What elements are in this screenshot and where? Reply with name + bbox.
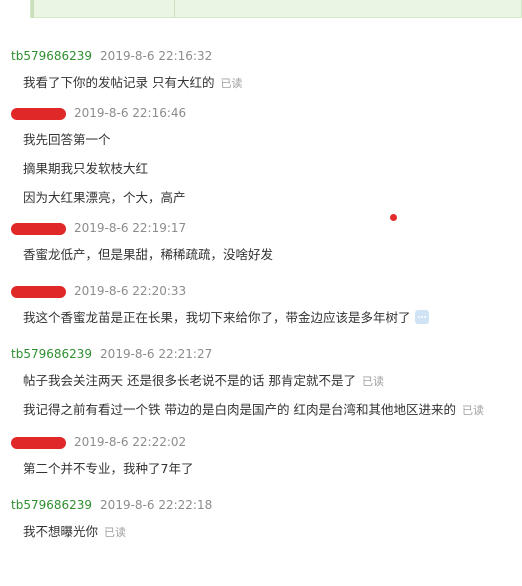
read-status: 已读 bbox=[220, 77, 243, 90]
message-line-text: 我这个香蜜龙苗是正在长果，我切下来给你了，带金边应该是多年树了 bbox=[23, 310, 411, 325]
message-line-text: 我记得之前有看过一个铁 带边的是白肉是国产的 红肉是台湾和其他地区进来的 bbox=[23, 402, 456, 417]
message-time: 2019-8-6 22:21:27 bbox=[100, 347, 213, 361]
message-line-text: 我看了下你的发帖记录 只有大红的 bbox=[23, 75, 215, 90]
chat-log: tb579686239 2019-8-6 22:16:32 我看了下你的发帖记录 … bbox=[0, 44, 522, 546]
message-text: 摘果期我只发软枝大红 bbox=[0, 154, 522, 183]
message-time: 2019-8-6 22:19:17 bbox=[74, 221, 187, 235]
top-panel bbox=[30, 0, 522, 18]
message-text: 因为大红果漂亮，个大，高产 bbox=[0, 183, 522, 212]
message-text: 第二个并不专业，我种了7年了 bbox=[0, 454, 522, 483]
sender-name-redacted bbox=[11, 285, 66, 298]
message-text: 我不想曝光你 已读 bbox=[0, 517, 522, 546]
message-line-text: 我先回答第一个 bbox=[23, 132, 111, 147]
sender-name[interactable]: tb579686239 bbox=[11, 49, 92, 63]
message: 2019-8-6 22:19:17 香蜜龙低产，但是果甜，稀稀疏疏，没啥好发 bbox=[0, 216, 522, 269]
top-strip bbox=[0, 0, 522, 24]
message-header: tb579686239 2019-8-6 22:16:32 bbox=[0, 44, 522, 68]
message-line-text: 我不想曝光你 bbox=[23, 524, 99, 539]
message-time: 2019-8-6 22:16:46 bbox=[74, 106, 187, 120]
message: 2019-8-6 22:20:33 我这个香蜜龙苗是正在长果，我切下来给你了，带… bbox=[0, 279, 522, 332]
message-text: 我这个香蜜龙苗是正在长果，我切下来给你了，带金边应该是多年树了 bbox=[0, 303, 522, 332]
message-line-text: 香蜜龙低产，但是果甜，稀稀疏疏，没啥好发 bbox=[23, 247, 274, 262]
message-header: tb579686239 2019-8-6 22:21:27 bbox=[0, 342, 522, 366]
message-header: 2019-8-6 22:22:02 bbox=[0, 430, 522, 454]
message: tb579686239 2019-8-6 22:22:18 我不想曝光你 已读 bbox=[0, 493, 522, 546]
message: tb579686239 2019-8-6 22:16:32 我看了下你的发帖记录 … bbox=[0, 44, 522, 97]
more-icon[interactable] bbox=[414, 310, 429, 324]
read-status: 已读 bbox=[104, 526, 127, 539]
message-time: 2019-8-6 22:22:18 bbox=[100, 498, 213, 512]
red-dot-marker bbox=[390, 214, 397, 221]
sender-name[interactable]: tb579686239 bbox=[11, 498, 92, 512]
top-panel-divider bbox=[174, 0, 175, 18]
message-line-text: 摘果期我只发软枝大红 bbox=[23, 161, 149, 176]
message-time: 2019-8-6 22:20:33 bbox=[74, 284, 187, 298]
message-line-text: 帖子我会关注两天 还是很多长老说不是的话 那肯定就不是了 bbox=[23, 373, 356, 388]
message-text: 我看了下你的发帖记录 只有大红的 已读 bbox=[0, 68, 522, 97]
message-text: 我先回答第一个 bbox=[0, 125, 522, 154]
read-status: 已读 bbox=[461, 404, 484, 417]
message: 2019-8-6 22:22:02 第二个并不专业，我种了7年了 bbox=[0, 430, 522, 483]
read-status: 已读 bbox=[361, 375, 384, 388]
message-time: 2019-8-6 22:22:02 bbox=[74, 435, 187, 449]
message-line-text: 因为大红果漂亮，个大，高产 bbox=[23, 190, 186, 205]
message-text: 香蜜龙低产，但是果甜，稀稀疏疏，没啥好发 bbox=[0, 240, 522, 269]
message-text: 我记得之前有看过一个铁 带边的是白肉是国产的 红肉是台湾和其他地区进来的 已读 bbox=[0, 395, 522, 424]
message-line-text: 第二个并不专业，我种了7年了 bbox=[23, 461, 194, 476]
message-header: 2019-8-6 22:16:46 bbox=[0, 101, 522, 125]
message: tb579686239 2019-8-6 22:21:27 帖子我会关注两天 还是… bbox=[0, 342, 522, 424]
message-header: 2019-8-6 22:19:17 bbox=[0, 216, 522, 240]
sender-name-redacted bbox=[11, 222, 66, 235]
message-time: 2019-8-6 22:16:32 bbox=[100, 49, 213, 63]
top-panel-edge bbox=[31, 0, 34, 18]
message-header: tb579686239 2019-8-6 22:22:18 bbox=[0, 493, 522, 517]
sender-name-redacted bbox=[11, 107, 66, 120]
message: 2019-8-6 22:16:46 我先回答第一个 摘果期我只发软枝大红 因为大… bbox=[0, 101, 522, 212]
message-text: 帖子我会关注两天 还是很多长老说不是的话 那肯定就不是了 已读 bbox=[0, 366, 522, 395]
sender-name-redacted bbox=[11, 436, 66, 449]
sender-name[interactable]: tb579686239 bbox=[11, 347, 92, 361]
message-header: 2019-8-6 22:20:33 bbox=[0, 279, 522, 303]
